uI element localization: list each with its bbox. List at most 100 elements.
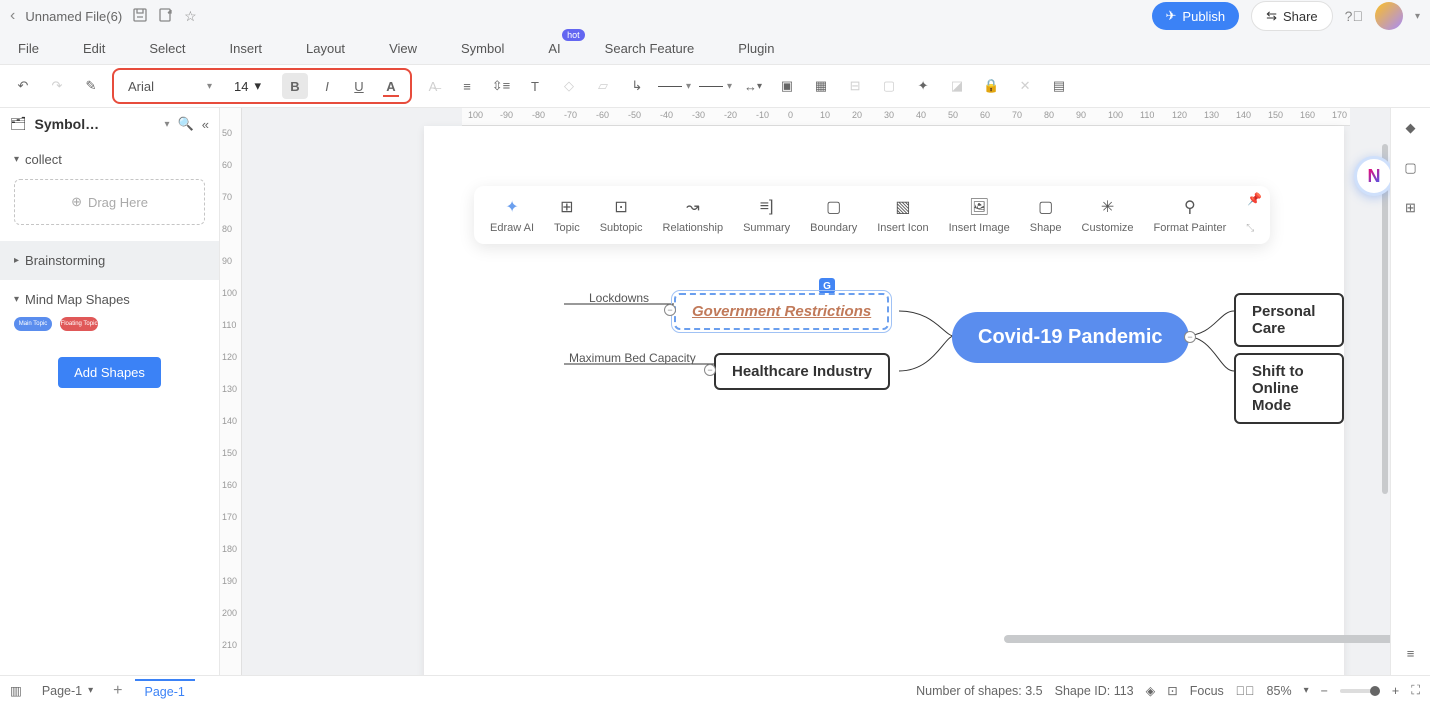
image-button[interactable]: ▦: [808, 73, 834, 99]
zoom-value[interactable]: 85%: [1267, 684, 1292, 698]
play-icon[interactable]: ▸⃝: [1236, 684, 1255, 698]
ai-assistant-badge[interactable]: N: [1354, 156, 1390, 196]
node-personal-care[interactable]: Personal Care: [1234, 293, 1344, 347]
fill-button[interactable]: ◇: [556, 73, 582, 99]
line-style-select[interactable]: ▾: [658, 81, 691, 92]
align-text-button[interactable]: ≡: [454, 73, 480, 99]
panel-chevron-icon[interactable]: ▾: [165, 119, 170, 130]
ctx-shape[interactable]: ▢Shape: [1030, 196, 1062, 234]
zoom-chevron-icon[interactable]: ▾: [1304, 685, 1309, 696]
canvas-page[interactable]: 📌 ✦Edraw AI ⊞Topic ⊡Subtopic ↝Relationsh…: [424, 126, 1344, 675]
arrow-style-button[interactable]: ↔▾: [740, 73, 766, 99]
format-painter-button[interactable]: ✎: [78, 73, 104, 99]
focus-icon[interactable]: ⊡: [1167, 683, 1177, 698]
pages-icon[interactable]: ▥: [10, 683, 22, 698]
text-button[interactable]: T: [522, 73, 548, 99]
line-dash-select[interactable]: ▾: [699, 81, 732, 92]
file-name[interactable]: Unnamed File(6): [25, 9, 122, 24]
node-expand-handle[interactable]: −: [1184, 331, 1196, 343]
page-setup-icon[interactable]: ▢: [1399, 156, 1423, 180]
more-panels-icon[interactable]: ≡: [1399, 641, 1423, 665]
node-healthcare[interactable]: Healthcare Industry: [714, 353, 890, 390]
ctx-insert-image[interactable]: 🖼Insert Image: [949, 196, 1010, 234]
image-left-button[interactable]: ▣: [774, 73, 800, 99]
ctx-customize[interactable]: ✳Customize: [1082, 196, 1134, 234]
menu-layout[interactable]: Layout: [298, 37, 353, 60]
vertical-scrollbar[interactable]: [1380, 144, 1390, 661]
connector-style-button[interactable]: ↳: [624, 73, 650, 99]
menu-ai[interactable]: AI: [540, 37, 568, 60]
export-icon[interactable]: [158, 7, 174, 26]
section-brainstorming[interactable]: ▸ Brainstorming: [14, 249, 205, 272]
highlight-button[interactable]: ▱: [590, 73, 616, 99]
ai-style-button[interactable]: ✦: [910, 73, 936, 99]
star-icon[interactable]: ☆: [184, 8, 197, 25]
publish-button[interactable]: ✈ Publish: [1152, 2, 1240, 30]
menu-file[interactable]: File: [10, 37, 47, 60]
add-shapes-button[interactable]: Add Shapes: [58, 357, 161, 388]
menu-edit[interactable]: Edit: [75, 37, 113, 60]
layers-icon[interactable]: ◈: [1146, 683, 1156, 698]
ctx-edraw-ai[interactable]: ✦Edraw AI: [490, 196, 534, 234]
ctx-topic[interactable]: ⊞Topic: [554, 196, 580, 234]
search-icon[interactable]: 🔍: [178, 116, 194, 132]
add-page-button[interactable]: +: [113, 682, 122, 700]
node-collapse-handle[interactable]: −: [664, 304, 676, 316]
underline-button[interactable]: U: [346, 73, 372, 99]
menu-insert[interactable]: Insert: [222, 37, 271, 60]
user-avatar[interactable]: [1375, 2, 1403, 30]
menu-symbol[interactable]: Symbol: [453, 37, 512, 60]
page-tab[interactable]: Page-1: [135, 679, 195, 703]
font-family-select[interactable]: Arial ▾: [120, 77, 220, 96]
zoom-out-button[interactable]: −: [1321, 684, 1328, 698]
font-color-button[interactable]: A: [378, 73, 404, 99]
menu-view[interactable]: View: [381, 37, 425, 60]
drag-here-zone[interactable]: ⊕ Drag Here: [14, 179, 205, 225]
ctx-format-painter[interactable]: ⚲Format Painter: [1154, 196, 1227, 234]
menu-search[interactable]: Search Feature: [597, 37, 703, 60]
collapse-panel-icon[interactable]: «: [202, 117, 209, 132]
fill-style-icon[interactable]: ◆: [1399, 116, 1423, 140]
avatar-chevron-icon[interactable]: ▾: [1415, 11, 1420, 22]
redo-button[interactable]: ↷: [44, 73, 70, 99]
ctx-relationship[interactable]: ↝Relationship: [663, 196, 724, 234]
node-government-restrictions[interactable]: Government Restrictions: [674, 293, 889, 330]
italic-button[interactable]: I: [314, 73, 340, 99]
tools-button[interactable]: ✕: [1012, 73, 1038, 99]
ctx-subtopic[interactable]: ⊡Subtopic: [600, 196, 643, 234]
crop-button[interactable]: ◪: [944, 73, 970, 99]
grid-icon[interactable]: ⊞: [1399, 196, 1423, 220]
page-select[interactable]: Page-1 ▾: [34, 680, 101, 702]
align-objects-button[interactable]: ⊟: [842, 73, 868, 99]
clear-format-button[interactable]: A̶: [420, 73, 446, 99]
section-collect[interactable]: ▾ collect: [14, 148, 205, 171]
data-button[interactable]: ▤: [1046, 73, 1072, 99]
help-icon[interactable]: ?⃝: [1345, 8, 1363, 24]
shape-floating-topic[interactable]: Floating Topic: [60, 317, 98, 331]
line-spacing-button[interactable]: ⇳≡: [488, 73, 514, 99]
node-shift-online[interactable]: Shift to Online Mode: [1234, 353, 1344, 424]
focus-label[interactable]: Focus: [1190, 684, 1224, 698]
pin-icon[interactable]: 📌: [1247, 192, 1262, 206]
group-button[interactable]: ▢: [876, 73, 902, 99]
bold-button[interactable]: B: [282, 73, 308, 99]
horizontal-scrollbar[interactable]: [504, 633, 1350, 645]
undo-button[interactable]: ↶: [10, 73, 36, 99]
ctx-summary[interactable]: ≡]Summary: [743, 196, 790, 234]
shape-main-topic[interactable]: Main Topic: [14, 317, 52, 331]
node-center[interactable]: Covid-19 Pandemic: [952, 312, 1189, 363]
font-size-select[interactable]: 14 ▾: [226, 76, 276, 96]
ctx-insert-icon[interactable]: ▧Insert Icon: [877, 196, 928, 234]
fullscreen-icon[interactable]: ⛶: [1411, 683, 1420, 698]
back-button[interactable]: ‹: [10, 7, 15, 25]
save-icon[interactable]: [132, 7, 148, 26]
node-collapse-handle[interactable]: −: [704, 364, 716, 376]
lock-button[interactable]: 🔒: [978, 73, 1004, 99]
ctx-boundary[interactable]: ▢Boundary: [810, 196, 857, 234]
menu-select[interactable]: Select: [141, 37, 193, 60]
more-icon[interactable]: ⤡: [1246, 223, 1254, 234]
menu-plugin[interactable]: Plugin: [730, 37, 782, 60]
google-translate-icon[interactable]: G: [819, 278, 835, 294]
section-mindmap[interactable]: ▾ Mind Map Shapes: [14, 288, 205, 311]
zoom-slider[interactable]: [1340, 689, 1380, 693]
